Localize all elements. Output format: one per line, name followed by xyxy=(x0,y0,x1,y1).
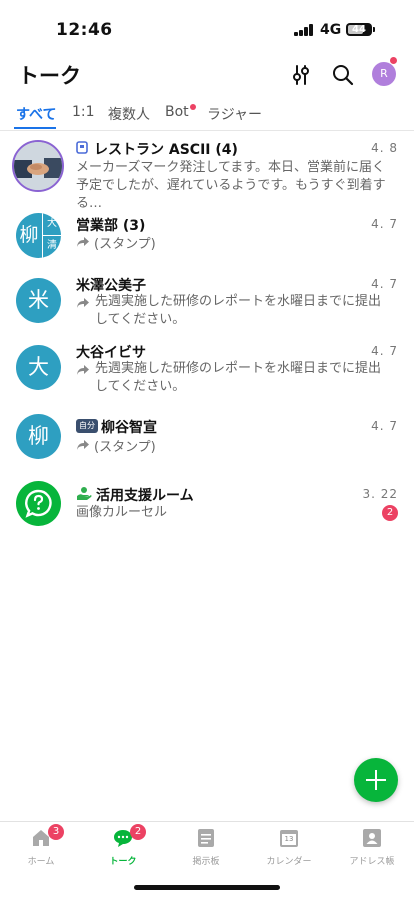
page-title: トーク xyxy=(18,64,81,88)
battery-icon: 44 xyxy=(346,23,372,36)
forward-arrow-icon xyxy=(77,440,89,450)
bot-tab-dot xyxy=(190,104,196,110)
tab-bar: すべて 1:1 複数人 Bot ラジャー xyxy=(0,100,414,130)
chat-date: 4. 7 xyxy=(371,419,398,433)
notification-dot xyxy=(390,57,397,64)
home-badge: 3 xyxy=(48,824,64,840)
address-book-icon xyxy=(363,829,381,847)
chat-name: 大谷イビサ xyxy=(76,345,146,361)
chat-item[interactable]: 柳 大 清 営業部 (3) 4. 7 (スタンプ) xyxy=(0,210,414,270)
signal-icon xyxy=(294,24,314,36)
nav-board[interactable]: 掲示板 xyxy=(165,822,247,878)
chat-name: レストラン ASCII (4) xyxy=(94,142,238,158)
avatar: 大 xyxy=(16,345,61,390)
chat-preview: 画像カルーセル xyxy=(76,505,168,520)
nav-address-book[interactable]: アドレス帳 xyxy=(331,822,413,878)
avatar xyxy=(12,140,64,192)
chat-date: 4. 7 xyxy=(371,344,398,358)
profile-avatar-button[interactable]: R xyxy=(372,62,396,86)
chat-date: 4. 7 xyxy=(371,217,398,231)
help-avatar xyxy=(16,481,61,526)
tab-roger[interactable]: ラジャー xyxy=(207,104,262,124)
chat-preview: メーカーズマーク発注してます。本日、営業前に届く予定でしたが、遅れているようです… xyxy=(76,160,386,211)
chat-preview: (スタンプ) xyxy=(94,440,156,455)
chat-name: 営業部 (3) xyxy=(76,218,146,234)
unread-badge: 2 xyxy=(382,505,398,521)
status-time: 12:46 xyxy=(56,20,113,40)
chat-name: 活用支援ルーム xyxy=(96,488,194,504)
chat-date: 4. 7 xyxy=(371,277,398,291)
handshake-photo-icon xyxy=(14,142,62,190)
self-badge: 自分 xyxy=(76,419,98,433)
calendar-day: 13 xyxy=(284,835,294,843)
active-tab-indicator xyxy=(14,127,56,129)
home-indicator xyxy=(134,885,280,890)
tab-bot[interactable]: Bot xyxy=(165,104,189,120)
chat-date: 4. 8 xyxy=(371,141,398,155)
avatar: 柳 xyxy=(16,414,61,459)
network-type: 4G xyxy=(320,22,342,38)
tab-all[interactable]: すべて xyxy=(16,104,56,124)
help-question-icon xyxy=(25,489,52,518)
chat-item[interactable]: レストラン ASCII (4) 4. 8 メーカーズマーク発注してます。本日、営… xyxy=(0,138,414,211)
chat-name: 柳谷智宣 xyxy=(101,420,157,436)
chat-item[interactable]: 活用支援ルーム 3. 22 画像カルーセル 2 xyxy=(0,480,414,530)
new-chat-button[interactable] xyxy=(354,758,398,802)
status-bar: 12:46 4G 44 xyxy=(0,0,414,58)
tab-group[interactable]: 複数人 xyxy=(108,104,150,124)
group-avatar: 柳 大 清 xyxy=(16,213,61,258)
nav-home[interactable]: 3 ホーム xyxy=(0,822,82,878)
header: トーク xyxy=(0,58,414,96)
avatar: 米 xyxy=(16,278,61,323)
forward-arrow-icon xyxy=(77,298,89,308)
nav-calendar[interactable]: 13 カレンダー xyxy=(248,822,330,878)
support-hand-icon xyxy=(77,487,92,500)
board-icon xyxy=(198,829,214,847)
chat-name: 米澤公美子 xyxy=(76,278,146,294)
chat-preview: 先週実施した研修のレポートを水曜日までに提出してください。 xyxy=(95,294,382,327)
forward-arrow-icon xyxy=(77,237,89,247)
tab-one-on-one[interactable]: 1:1 xyxy=(72,104,95,120)
talk-badge: 2 xyxy=(130,824,146,840)
battery-level: 44 xyxy=(352,24,366,35)
nav-talk[interactable]: 2 トーク xyxy=(82,822,164,878)
chat-preview: (スタンプ) xyxy=(94,237,156,252)
chat-item[interactable]: 米 米澤公美子 4. 7 先週実施した研修のレポートを水曜日までに提出してくださ… xyxy=(0,275,414,335)
chat-item[interactable]: 柳 自分 柳谷智宣 4. 7 (スタンプ) xyxy=(0,413,414,463)
forward-arrow-icon xyxy=(77,365,89,375)
chat-date: 3. 22 xyxy=(362,487,398,501)
chat-item[interactable]: 大 大谷イビサ 4. 7 先週実施した研修のレポートを水曜日までに提出してくださ… xyxy=(0,342,414,402)
business-account-icon xyxy=(76,141,88,154)
search-icon[interactable] xyxy=(330,62,356,88)
filter-sliders-icon[interactable] xyxy=(288,62,314,88)
chat-preview: 先週実施した研修のレポートを水曜日までに提出してください。 xyxy=(95,361,382,394)
